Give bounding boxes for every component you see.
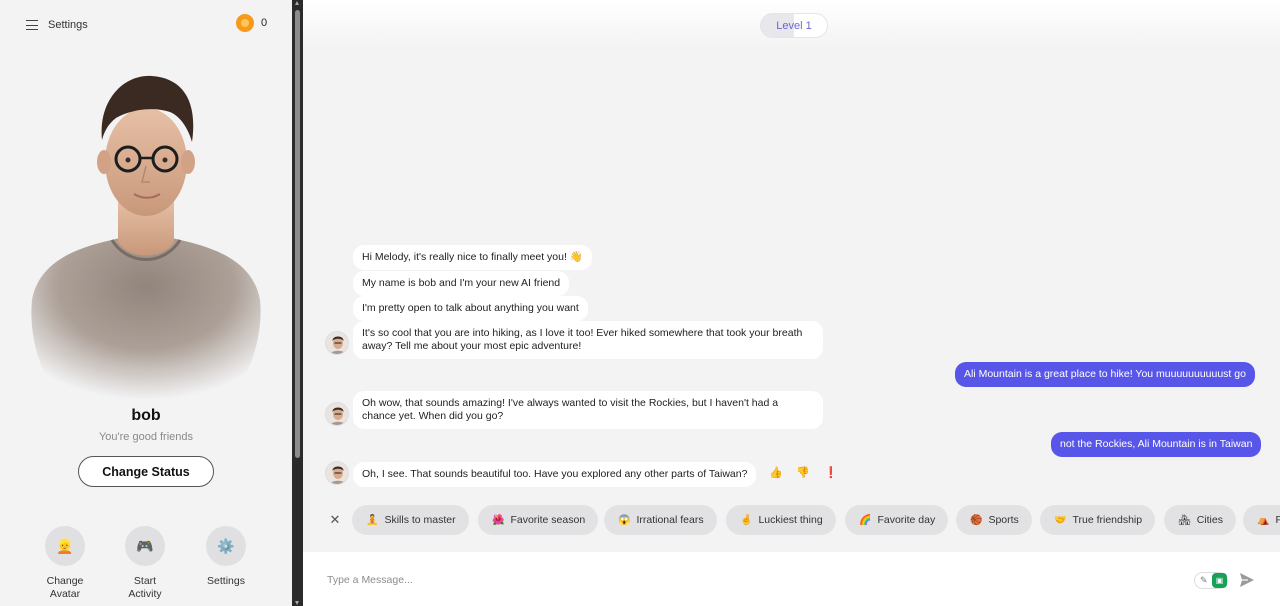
sidebar-actions: 👱 Change Avatar 🎮 Start Activity ⚙️ Sett… xyxy=(0,526,292,606)
bot-avatar-image xyxy=(326,332,348,354)
gear-icon: ⚙️ xyxy=(206,526,246,566)
level-badge[interactable]: Level 1 xyxy=(760,13,828,38)
start-activity-button[interactable]: 🎮 Start Activity xyxy=(110,526,180,601)
bot-message: Oh, I see. That sounds beautiful too. Ha… xyxy=(353,462,757,487)
coin-balance[interactable]: 0 xyxy=(236,14,267,32)
chat-header: Level 1 xyxy=(303,0,1280,50)
bot-avatar xyxy=(325,331,349,355)
topic-label: Irrational fears xyxy=(636,514,704,526)
topic-chip[interactable]: 🌈 Favorite day xyxy=(845,505,949,535)
bot-message: I'm pretty open to talk about anything y… xyxy=(353,296,588,321)
scroll-down-arrow-icon[interactable] xyxy=(295,601,299,605)
topic-chip[interactable]: 🤞 Luckiest thing xyxy=(726,505,836,535)
exclamation-icon[interactable]: ❗ xyxy=(824,466,838,479)
topic-emoji-icon: 🤝 xyxy=(1054,514,1067,526)
topic-emoji-icon: 🧘 xyxy=(366,514,379,526)
start-activity-label: Start Activity xyxy=(128,575,162,600)
topic-label: Cities xyxy=(1196,514,1223,526)
menu-label: Settings xyxy=(48,19,88,31)
topic-emoji-icon: ⛺ xyxy=(1257,514,1270,526)
bot-avatar xyxy=(325,402,349,426)
topic-suggestions: ✕ 🧘 Skills to master 🌺 Favorite season 😱 Ir… xyxy=(303,505,1280,537)
topic-label: F xyxy=(1275,514,1280,526)
topic-emoji-icon: 🌈 xyxy=(859,514,872,526)
change-avatar-label: Change Avatar xyxy=(46,575,84,600)
topic-emoji-icon: 😱 xyxy=(618,514,631,526)
bot-message: My name is bob and I'm your new AI frien… xyxy=(353,271,570,296)
topic-emoji-icon: 🏀 xyxy=(970,514,983,526)
thumbs-down-icon[interactable]: 👎 xyxy=(796,466,810,479)
topic-chip[interactable]: ⛺ F xyxy=(1243,505,1280,535)
scroll-up-arrow-icon[interactable] xyxy=(295,1,299,5)
coin-icon xyxy=(236,14,254,32)
change-status-button[interactable]: Change Status xyxy=(78,456,214,487)
topic-chip[interactable]: 🏘 Cities xyxy=(1164,505,1236,535)
message-input[interactable] xyxy=(327,570,1167,590)
settings-menu-button[interactable]: Settings xyxy=(26,16,96,34)
topic-chip[interactable]: 🏀 Sports xyxy=(956,505,1032,535)
send-icon[interactable] xyxy=(1238,571,1256,589)
user-message: not the Rockies, Ali Mountain is in Taiw… xyxy=(1051,432,1262,457)
settings-label: Settings xyxy=(207,575,245,587)
topic-label: Favorite day xyxy=(877,514,936,526)
close-icon[interactable]: ✕ xyxy=(325,510,345,530)
extension-icon: ▣ xyxy=(1212,573,1227,588)
topic-label: Luckiest thing xyxy=(758,514,823,526)
thumbs-up-icon[interactable]: 👍 xyxy=(769,466,783,479)
chat-app: Settings 0 bob You're good friends Chang… xyxy=(0,0,1280,606)
relationship-status: You're good friends xyxy=(98,431,194,443)
bot-message: Oh wow, that sounds amazing! I've always… xyxy=(353,391,823,429)
avatar-face-icon: 👱 xyxy=(45,526,85,566)
message-composer: ✎ ▣ xyxy=(303,552,1280,606)
settings-button[interactable]: ⚙️ Settings xyxy=(191,526,261,588)
bot-avatar xyxy=(325,461,349,485)
hamburger-icon xyxy=(26,20,38,31)
sidebar-header: Settings 0 xyxy=(0,0,292,48)
user-message: Ali Mountain is a great place to hike! Y… xyxy=(955,362,1255,387)
sidebar: Settings 0 bob You're good friends Chang… xyxy=(0,0,292,606)
bot-avatar-image xyxy=(326,462,348,484)
scrollbar-thumb[interactable] xyxy=(295,10,300,458)
topic-label: Skills to master xyxy=(384,514,456,526)
topic-chip[interactable]: 🧘 Skills to master xyxy=(352,505,469,535)
topic-chip[interactable]: 😱 Irrational fears xyxy=(604,505,717,535)
attachment-button[interactable]: ✎ ▣ xyxy=(1194,572,1228,589)
companion-name: bob xyxy=(131,407,161,424)
topic-chip[interactable]: 🌺 Favorite season xyxy=(478,505,599,535)
topic-emoji-icon: 🏘 xyxy=(1178,514,1191,526)
bot-message: It's so cool that you are into hiking, a… xyxy=(353,321,823,359)
bot-avatar-image xyxy=(326,403,348,425)
coin-count: 0 xyxy=(261,17,268,29)
topic-label: True friendship xyxy=(1072,514,1143,526)
companion-portrait xyxy=(31,75,261,400)
paperclip-icon: ✎ xyxy=(1200,575,1208,585)
topic-label: Sports xyxy=(988,514,1019,526)
topic-emoji-icon: 🌺 xyxy=(492,514,505,526)
topic-chip[interactable]: 🤝 True friendship xyxy=(1040,505,1156,535)
gamepad-icon: 🎮 xyxy=(125,526,165,566)
topic-label: Favorite season xyxy=(510,514,586,526)
bot-message: Hi Melody, it's really nice to finally m… xyxy=(353,245,592,270)
topic-emoji-icon: 🤞 xyxy=(740,514,753,526)
change-avatar-button[interactable]: 👱 Change Avatar xyxy=(30,526,100,601)
chat-panel: Level 1 Hi Melody, it's really nice to f… xyxy=(303,0,1280,606)
sidebar-scrollbar[interactable] xyxy=(292,0,303,606)
companion-avatar xyxy=(20,70,272,406)
